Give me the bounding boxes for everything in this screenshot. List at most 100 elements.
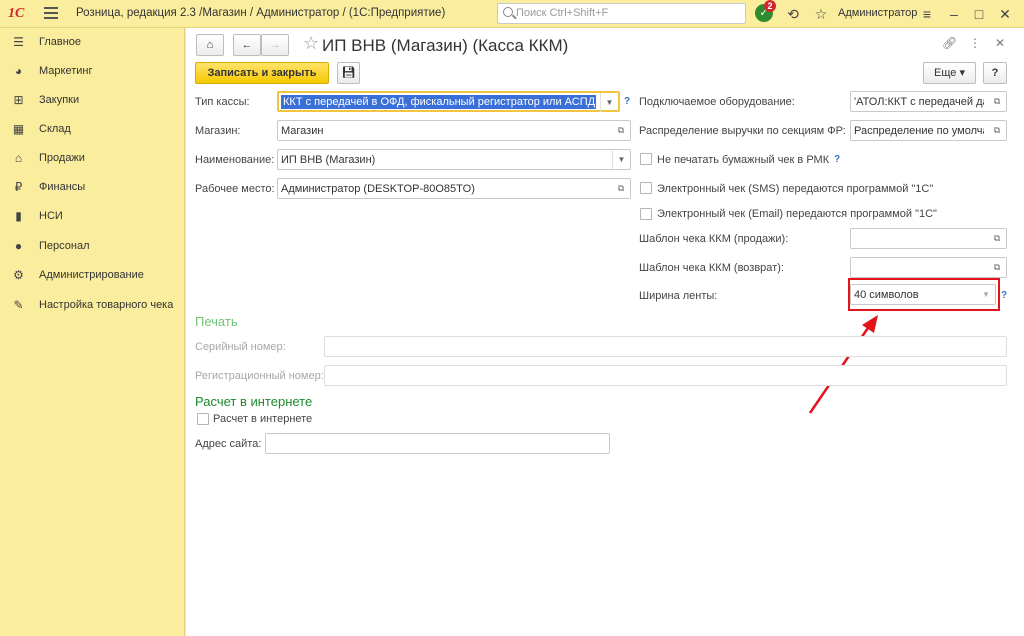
workplace-field[interactable]: Администратор (DESKTOP-80O85TO) ⧉ [277,178,631,199]
serial-label: Серийный номер: [195,341,286,353]
distribution-label: Распределение выручки по секциям ФР: [639,125,846,137]
menu-icon: ☰ [13,35,24,49]
close-icon[interactable]: ✕ [993,36,1007,50]
no-print-checkbox[interactable] [640,153,652,165]
sidebar-item-main[interactable]: ☰ Главное [0,29,185,55]
sidebar-item-label: Финансы [39,181,86,193]
name-value: ИП ВНВ (Магазин) [281,154,376,166]
sidebar-item-finance[interactable]: ₽ Финансы [0,174,185,200]
email-label: Электронный чек (Email) передаются прогр… [657,208,937,220]
user-name[interactable]: Администратор [838,7,917,19]
help-icon[interactable]: ? [834,154,840,165]
sidebar-item-administration[interactable]: ⚙ Администрирование [0,262,185,288]
chevron-down-icon[interactable]: ▼ [600,93,618,112]
site-address-field[interactable] [265,433,610,454]
cart-icon: ⊞ [13,93,24,107]
back-button[interactable]: ← [233,34,261,56]
help-button[interactable]: ? [983,62,1007,84]
sms-checkbox[interactable] [640,182,652,194]
sidebar: ☰ Главное ◕ Маркетинг ⊞ Закупки ▦ Склад ⌂ Про… [0,28,185,636]
search-icon [503,7,513,17]
sidebar-item-nsi[interactable]: ▮ НСИ [0,203,185,229]
internet-checkbox-label: Расчет в интернете [213,413,313,425]
sidebar-item-purchases[interactable]: ⊞ Закупки [0,87,185,113]
cash-type-label: Тип кассы: [195,96,250,108]
link-icon[interactable]: 🔗︎ [942,36,957,50]
search-placeholder: Поиск Ctrl+Shift+F [516,7,609,19]
open-icon[interactable]: ⧉ [991,96,1003,107]
template-sale-field[interactable]: ⧉ [850,228,1007,249]
help-icon[interactable]: ? [624,96,630,107]
name-field[interactable]: ИП ВНВ (Магазин) ▼ [277,149,631,170]
sidebar-item-label: НСИ [39,210,63,222]
top-bar: 1С Розница, редакция 2.3 /Магазин / Адми… [0,0,1024,28]
store-value: Магазин [281,125,324,137]
distribution-value: Распределение по умолча [854,125,984,137]
sidebar-item-label: Настройка товарного чека [39,299,174,311]
sidebar-item-label: Главное [39,36,82,48]
distribution-field[interactable]: Распределение по умолча ⧉ [850,120,1007,141]
equipment-value: 'АТОЛ:ККТ с передачей да [854,96,984,108]
highlight-box [848,278,1000,311]
chevron-down-icon[interactable]: ▼ [612,150,630,169]
forward-button[interactable]: → [261,34,289,56]
email-checkbox[interactable] [640,208,652,220]
open-icon[interactable]: ⧉ [615,183,627,194]
menu-icon[interactable] [44,7,58,19]
settings-menu-icon[interactable]: ≡ [918,5,936,23]
workplace-label: Рабочее место: [195,183,275,195]
home-button[interactable]: ⌂ [196,34,224,56]
sidebar-item-label: Маркетинг [39,65,93,77]
open-icon[interactable]: ⧉ [615,125,627,136]
no-print-label: Не печатать бумажный чек в РМК [657,154,830,166]
serial-field[interactable] [324,336,1007,357]
sidebar-item-label: Продажи [39,152,85,164]
sidebar-item-receipt-settings[interactable]: ✎ Настройка товарного чека [0,292,185,318]
template-sale-label: Шаблон чека ККМ (продажи): [639,233,789,245]
form-window: ⌂ ← → ☆ ИП ВНВ (Магазин) (Касса ККМ) 🔗︎ … [186,28,1024,636]
sidebar-item-label: Закупки [39,94,80,106]
basket-icon: ⌂ [14,151,23,165]
notifications-icon[interactable]: ✓ 2 [755,0,776,22]
sidebar-item-personnel[interactable]: ● Персонал [0,233,185,259]
close-window-icon[interactable]: ✕ [996,5,1014,23]
equipment-field[interactable]: 'АТОЛ:ККТ с передачей да ⧉ [850,91,1007,112]
store-label: Магазин: [195,125,241,137]
open-icon[interactable]: ⧉ [991,233,1003,244]
book-icon: ▮ [15,209,22,223]
cash-type-select[interactable]: ККТ с передачей в ОФД, фискальный регист… [277,91,620,112]
store-field[interactable]: Магазин ⧉ [277,120,631,141]
template-return-field[interactable]: ⧉ [850,257,1007,278]
1c-logo: 1С [8,6,25,21]
favorites-star-icon[interactable]: ☆ [812,5,830,23]
open-icon[interactable]: ⧉ [991,125,1003,136]
sidebar-item-marketing[interactable]: ◕ Маркетинг [0,58,185,84]
save-button[interactable]: 💾︎ [337,62,360,84]
reg-number-field[interactable] [324,365,1007,386]
sidebar-item-label: Администрирование [39,269,144,281]
favorite-star-icon[interactable]: ☆ [303,33,319,54]
search-input[interactable]: Поиск Ctrl+Shift+F [497,3,746,24]
equipment-label: Подключаемое оборудование: [639,96,795,108]
print-section-header: Печать [195,314,238,329]
maximize-icon[interactable]: □ [970,5,988,23]
internet-section-header: Расчет в интернете [195,394,313,409]
more-button[interactable]: Еще ▾ [923,62,976,84]
sidebar-item-sales[interactable]: ⌂ Продажи [0,145,185,171]
save-and-close-button[interactable]: Записать и закрыть [195,62,329,84]
grid-icon: ▦ [12,122,25,136]
help-icon[interactable]: ? [1001,290,1007,301]
page-title: ИП ВНВ (Магазин) (Касса ККМ) [322,36,569,55]
name-label: Наименование: [195,154,275,166]
wrench-icon: ✎ [13,298,24,312]
ruble-icon: ₽ [14,180,23,194]
pie-chart-icon: ◕ [14,64,23,78]
minimize-icon[interactable]: – [945,5,963,23]
open-icon[interactable]: ⧉ [991,262,1003,273]
more-vertical-icon[interactable]: ⋮ [968,36,982,50]
person-icon: ● [14,239,23,253]
app-title: Розница, редакция 2.3 /Магазин / Админис… [76,7,446,19]
internet-checkbox[interactable] [197,413,209,425]
sidebar-item-warehouse[interactable]: ▦ Склад [0,116,185,142]
history-icon[interactable]: ⟲ [784,5,802,23]
